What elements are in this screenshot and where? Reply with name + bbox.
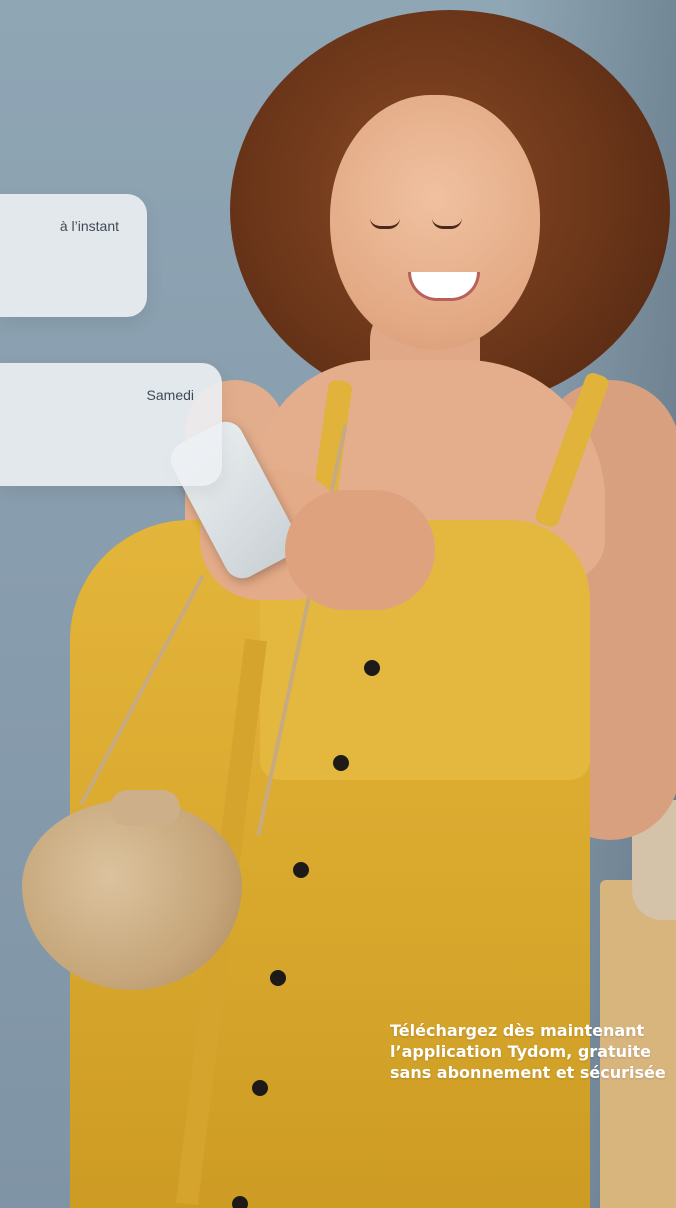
dress-button [232, 1196, 248, 1208]
promo-line: sans abonnement et sécurisée [390, 1063, 666, 1082]
notification-card[interactable]: Samedi [0, 363, 222, 486]
notification-time: à l’instant [59, 218, 119, 234]
woman-hand-right [285, 490, 435, 610]
dress-button [293, 862, 309, 878]
dress-button [333, 755, 349, 771]
dress-button [252, 1080, 268, 1096]
promo-text: Téléchargez dès maintenant l’application… [390, 1020, 676, 1083]
promo-line: l’application Tydom, gratuite [390, 1042, 651, 1061]
dress-button [364, 660, 380, 676]
straw-bag-knot [110, 790, 180, 826]
notification-time: Samedi [146, 387, 194, 403]
promo-line: Téléchargez dès maintenant [390, 1021, 645, 1040]
notification-card[interactable]: à l’instant [0, 194, 147, 317]
dress-button [270, 970, 286, 986]
